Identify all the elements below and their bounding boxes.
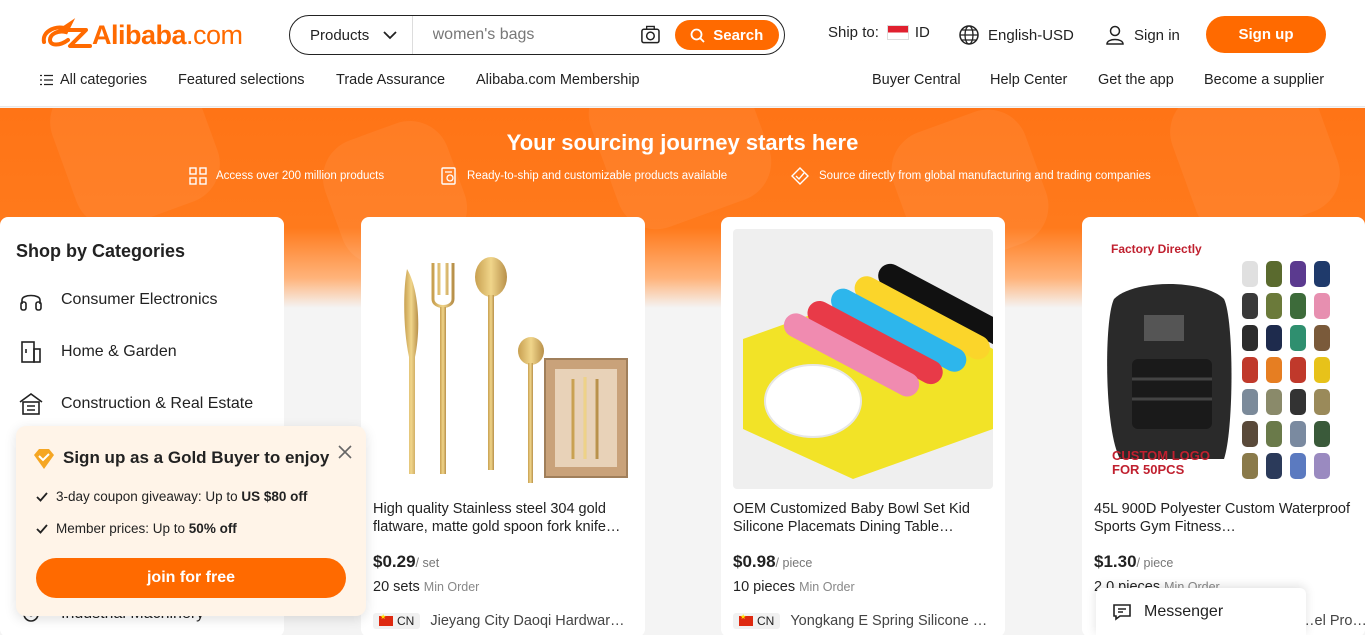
chevron-down-icon (383, 30, 397, 39)
camera-search-icon[interactable] (640, 24, 661, 46)
banner-feature-text: Source directly from global manufacturin… (819, 170, 1151, 182)
banner-feature: Access over 200 million products (189, 167, 384, 185)
product-image-gold-flatware[interactable] (373, 229, 633, 489)
product-image-silicone-placemats[interactable] (733, 229, 993, 489)
product-price: $1.30/ piece (1094, 552, 1174, 571)
ship-to-label: Ship to: (828, 24, 879, 41)
checkmark-icon (36, 523, 48, 534)
search-button-label: Search (713, 26, 764, 44)
close-icon[interactable] (336, 443, 354, 461)
user-icon (1106, 25, 1124, 45)
nav-featured-selections[interactable]: Featured selections (178, 72, 305, 88)
banner-title: Your sourcing journey starts here (506, 130, 859, 155)
banner-feature: Ready-to-ship and customizable products … (440, 167, 727, 185)
product-card[interactable]: Factory Directly CUSTOM LOGO FOR 50PCS 4… (1082, 217, 1365, 635)
search-type-label: Products (310, 26, 370, 44)
headphones-icon (20, 294, 42, 311)
sign-in-label: Sign in (1134, 26, 1180, 44)
product-image-backpack[interactable]: Factory Directly CUSTOM LOGO FOR 50PCS (1094, 229, 1354, 489)
category-home-garden[interactable]: Home & Garden (18, 339, 177, 365)
product-price: $0.29/ set (373, 552, 440, 571)
alibaba-logo-icon (41, 18, 92, 48)
country-badge: CN (733, 613, 781, 629)
gold-buyer-popup: Sign up as a Gold Buyer to enjoy 3-day c… (16, 426, 366, 616)
chat-icon (1113, 603, 1131, 621)
search-input[interactable] (412, 16, 640, 54)
product-title[interactable]: OEM Customized Baby Bowl Set Kid Silicon… (733, 500, 995, 536)
banner-feature-text: Ready-to-ship and customizable products … (467, 170, 728, 182)
nav-get-the-app[interactable]: Get the app (1098, 72, 1174, 88)
messenger-label: Messenger (1144, 602, 1224, 620)
nav-all-categories[interactable]: All categories (40, 72, 147, 88)
china-flag-icon (739, 613, 753, 626)
messenger-widget[interactable]: Messenger (1096, 588, 1306, 635)
logo-text: Alibaba.com (92, 19, 243, 50)
indonesia-flag-icon (886, 25, 909, 40)
sign-in-link[interactable]: Sign in (1104, 24, 1180, 46)
product-supplier[interactable]: CN Yongkang E Spring Silicone … (733, 613, 987, 629)
search-bar: Products Search (289, 15, 785, 55)
gold-benefit: 3-day coupon giveaway: Up to US $80 off (36, 489, 307, 504)
furniture-icon (21, 341, 41, 363)
gold-diamond-icon (34, 449, 54, 469)
product-supplier[interactable]: …el Pro… (1300, 613, 1365, 629)
supplier-name: Jieyang City Daoqi Hardwar… (430, 613, 625, 629)
product-card[interactable]: OEM Customized Baby Bowl Set Kid Silicon… (721, 217, 1005, 635)
image-text-custom-logo: CUSTOM LOGO FOR 50PCS (1112, 448, 1210, 477)
sign-up-button[interactable]: Sign up (1206, 16, 1326, 53)
join-for-free-button[interactable]: join for free (36, 558, 346, 598)
backpack-swatches (1242, 261, 1330, 479)
category-label: Consumer Electronics (61, 291, 218, 308)
ship-to-selector[interactable]: Ship to: ID (828, 24, 930, 41)
product-moq: 10 pieces Min Order (733, 579, 855, 595)
nav-help-center[interactable]: Help Center (990, 72, 1067, 88)
gold-benefit: Member prices: Up to 50% off (36, 521, 237, 536)
placemat-illustration (743, 263, 993, 479)
checkmark-icon (36, 491, 48, 502)
image-text-factory: Factory Directly (1111, 242, 1202, 256)
product-price: $0.98/ piece (733, 552, 813, 571)
category-consumer-electronics[interactable]: Consumer Electronics (18, 287, 218, 313)
language-label: English-USD (988, 26, 1074, 44)
search-button[interactable]: Search (674, 20, 779, 50)
nav-become-supplier[interactable]: Become a supplier (1204, 72, 1324, 88)
product-card[interactable]: High quality Stainless steel 304 gold fl… (361, 217, 645, 635)
nav-membership[interactable]: Alibaba.com Membership (476, 72, 640, 88)
grid-icon (189, 167, 207, 185)
nav-trade-assurance[interactable]: Trade Assurance (336, 72, 445, 88)
alibaba-logo[interactable]: Alibaba.com (40, 18, 243, 52)
product-moq: 20 sets Min Order (373, 579, 480, 595)
ship-to-country: ID (914, 24, 930, 41)
building-icon (19, 393, 43, 415)
supplier-name: Yongkang E Spring Silicone … (790, 613, 988, 629)
search-icon (690, 28, 705, 43)
banner-feature-text: Access over 200 million products (216, 170, 385, 182)
categories-title: Shop by Categories (16, 241, 186, 261)
search-type-dropdown[interactable]: Products (290, 16, 413, 54)
product-supplier[interactable]: CN Jieyang City Daoqi Hardwar… (373, 613, 625, 629)
category-construction-real-estate[interactable]: Construction & Real Estate (18, 391, 253, 417)
nav-buyer-central[interactable]: Buyer Central (872, 72, 961, 88)
banner-feature: Source directly from global manufacturin… (790, 167, 1151, 185)
country-badge: CN (373, 613, 421, 629)
product-title[interactable]: High quality Stainless steel 304 gold fl… (373, 500, 635, 536)
category-label: Home & Garden (61, 343, 177, 360)
flatware-illustration (404, 257, 628, 483)
globe-icon (959, 25, 979, 45)
product-title[interactable]: 45L 900D Polyester Custom Waterproof Spo… (1094, 500, 1356, 536)
gold-popup-title: Sign up as a Gold Buyer to enjoy (63, 448, 330, 467)
language-selector[interactable]: English-USD (958, 24, 1074, 46)
header: Alibaba.com Products Search Ship to: ID … (0, 0, 1365, 107)
list-icon (40, 74, 53, 86)
supplier-name: …el Pro… (1300, 613, 1365, 629)
document-search-icon (441, 167, 456, 185)
tag-icon (791, 167, 809, 185)
china-flag-icon (379, 613, 393, 626)
nav-label: All categories (60, 72, 148, 88)
category-label: Construction & Real Estate (61, 395, 254, 412)
